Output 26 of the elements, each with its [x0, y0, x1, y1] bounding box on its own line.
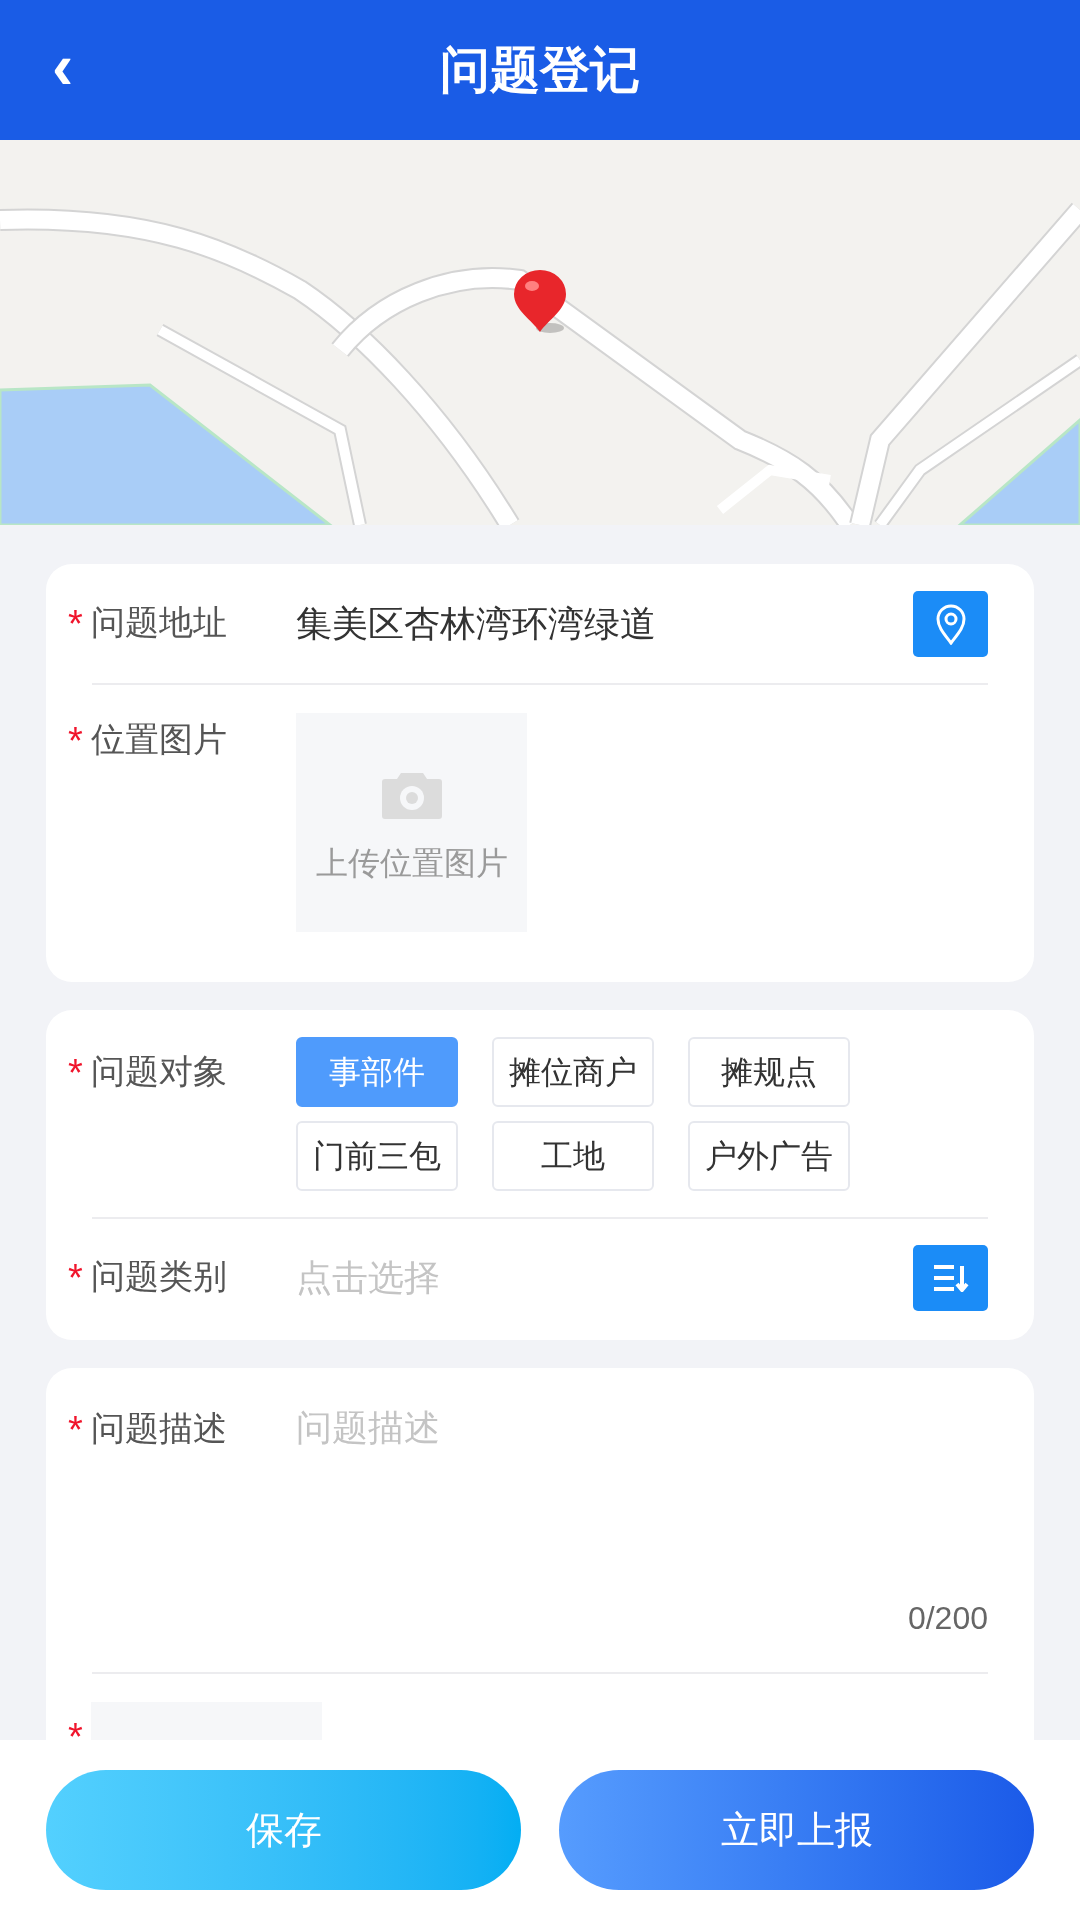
list-button[interactable] [913, 1245, 988, 1311]
option-chip[interactable]: 门前三包 [296, 1121, 458, 1191]
submit-button[interactable]: 立即上报 [559, 1770, 1034, 1890]
sort-list-icon [931, 1264, 970, 1292]
address-value: 集美区杏林湾环湾绿道 [296, 601, 657, 646]
required-mark: * [68, 719, 84, 764]
field-label: 位置图片 [91, 719, 227, 760]
required-mark: * [68, 1718, 84, 1756]
option-chip[interactable]: 事部件 [296, 1037, 458, 1107]
locate-button[interactable] [913, 590, 988, 657]
required-mark: * [68, 1051, 84, 1096]
option-chip[interactable]: 摊规点 [688, 1037, 850, 1107]
option-chip[interactable]: 工地 [492, 1121, 654, 1191]
field-label: 问题地址 [91, 601, 227, 643]
field-label: 问题对象 [91, 1051, 227, 1092]
field-label: 问题类别 [91, 1256, 227, 1297]
option-chip[interactable]: 摊位商户 [492, 1037, 654, 1107]
required-mark: * [68, 1256, 84, 1301]
required-mark: * [68, 601, 84, 647]
map-pin-icon [512, 270, 568, 336]
page-title: 问题登记 [440, 40, 640, 100]
option-chip[interactable]: 户外广告 [688, 1121, 850, 1191]
required-mark: * [68, 1408, 84, 1453]
field-label: 问题描述 [91, 1408, 227, 1449]
location-pin-icon [934, 602, 967, 645]
back-button[interactable]: ‹ [52, 34, 74, 98]
